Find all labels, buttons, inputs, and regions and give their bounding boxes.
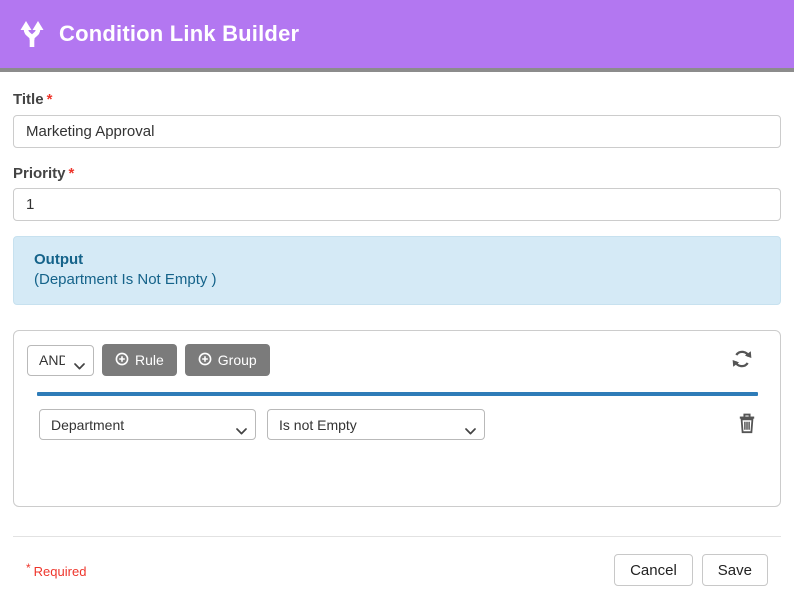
save-button[interactable]: Save — [702, 554, 768, 586]
output-label: Output — [34, 250, 760, 270]
footer-buttons: Cancel Save — [614, 554, 768, 586]
plus-circle-icon — [198, 352, 212, 369]
add-group-button[interactable]: Group — [185, 344, 270, 376]
add-group-label: Group — [218, 352, 257, 368]
cancel-button[interactable]: Cancel — [614, 554, 693, 586]
split-branch-icon — [16, 18, 48, 50]
page-title: Condition Link Builder — [59, 21, 299, 47]
title-field-group: Title* — [13, 91, 781, 148]
dialog-header: Condition Link Builder — [0, 0, 794, 72]
trash-icon — [738, 413, 756, 437]
output-panel: Output (Department Is Not Empty ) — [13, 236, 781, 305]
title-label: Title* — [13, 91, 781, 108]
priority-field-group: Priority* — [13, 165, 781, 221]
add-rule-button[interactable]: Rule — [102, 344, 177, 376]
rule-field-select[interactable]: Department — [39, 409, 256, 440]
output-expression: (Department Is Not Empty ) — [34, 270, 760, 290]
operator-select-wrap: Is not Empty — [267, 409, 485, 440]
builder-group-header: AND Rule — [27, 344, 767, 376]
required-asterisk: * — [47, 91, 53, 108]
dialog-body: Title* Priority* Output (Department Is N… — [0, 91, 794, 586]
condition-select[interactable]: AND — [27, 345, 94, 376]
rule-accent-bar — [37, 392, 758, 396]
field-select-wrap: Department — [39, 409, 256, 440]
dialog-footer: *Required Cancel Save — [13, 536, 781, 586]
plus-circle-icon — [115, 352, 129, 369]
delete-rule-button[interactable] — [736, 411, 758, 439]
title-input[interactable] — [13, 115, 781, 148]
required-note-label: Required — [34, 564, 87, 579]
condition-select-wrap: AND — [27, 345, 94, 376]
priority-label: Priority* — [13, 165, 781, 182]
rule-operator-select[interactable]: Is not Empty — [267, 409, 485, 440]
query-builder-panel: AND Rule — [13, 330, 781, 507]
add-rule-label: Rule — [135, 352, 164, 368]
refresh-button[interactable] — [729, 346, 755, 375]
required-note: *Required — [26, 561, 86, 579]
refresh-icon — [731, 348, 753, 373]
rule-row: Department Is not Empty — [39, 409, 758, 440]
priority-input[interactable] — [13, 188, 781, 221]
required-asterisk: * — [69, 165, 75, 182]
required-asterisk: * — [26, 561, 31, 575]
